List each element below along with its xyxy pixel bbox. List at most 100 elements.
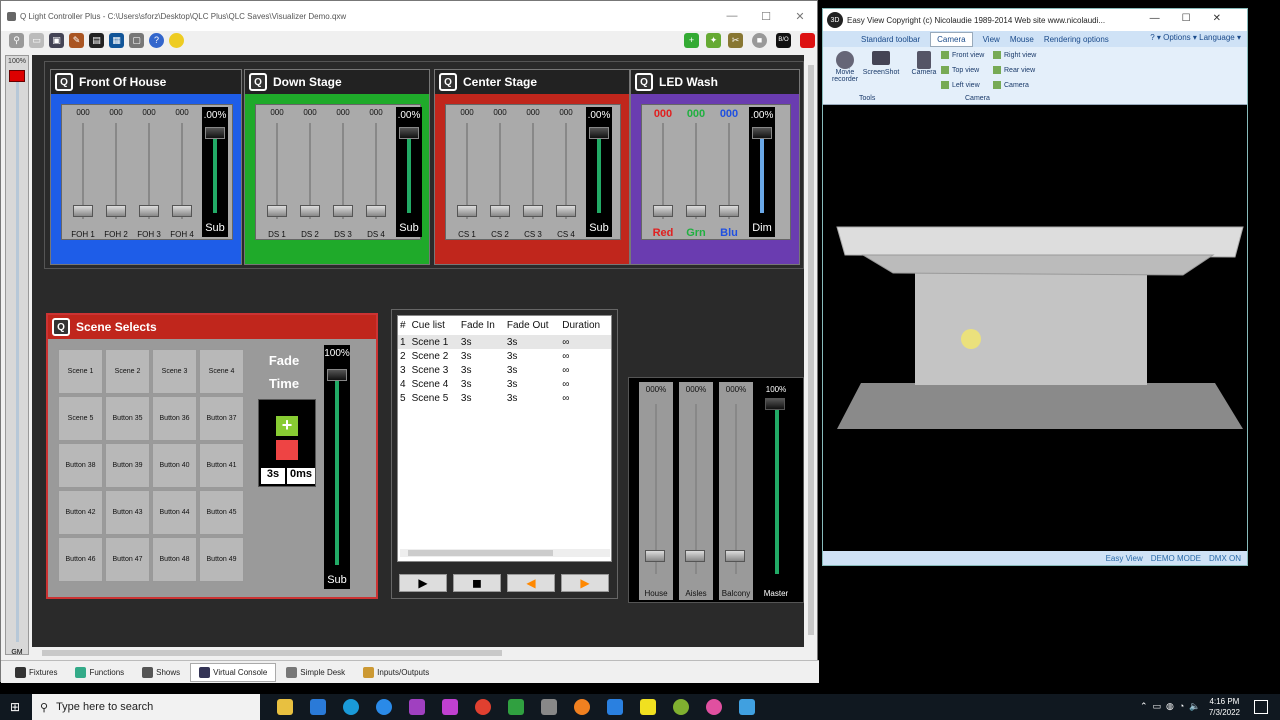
sub-knob[interactable] (205, 127, 225, 139)
grid-icon[interactable]: ▦ (109, 32, 124, 48)
channel-slider[interactable]: 000 FOH 1 (68, 105, 98, 241)
scene-button[interactable]: Button 38 (58, 443, 103, 488)
app-green-icon[interactable] (673, 699, 689, 715)
channel-knob[interactable] (686, 205, 706, 217)
easyview-tab[interactable]: Camera (930, 31, 973, 47)
sub-slider[interactable]: .00% Sub (396, 107, 422, 237)
channel-knob[interactable] (172, 205, 192, 217)
bulb-icon[interactable] (169, 32, 184, 48)
sub-knob[interactable] (752, 127, 772, 139)
cue-row[interactable]: 4 Scene 4 3s 3s ∞ (398, 377, 611, 391)
window-icon[interactable]: ▢ (129, 32, 144, 48)
scene-sub-slider[interactable]: 100% Sub (324, 345, 350, 589)
channel-slider[interactable]: 000 Grn (681, 105, 711, 241)
cue-row[interactable]: 1 Scene 1 3s 3s ∞ (398, 335, 611, 349)
frame-collapse-icon[interactable]: Q (439, 73, 457, 91)
view-button[interactable]: Camera (993, 81, 1029, 89)
scene-button[interactable]: Scene 3 (152, 349, 197, 394)
sub-slider[interactable]: .00% Dim (749, 107, 775, 237)
gm-knob[interactable] (9, 70, 25, 82)
vc-hscroll[interactable] (32, 648, 804, 659)
cue-row[interactable]: 5 Scene 5 3s 3s ∞ (398, 391, 611, 405)
channel-knob[interactable] (267, 205, 287, 217)
scene-button[interactable]: Button 49 (199, 537, 244, 582)
scene-button[interactable]: Button 47 (105, 537, 150, 582)
vc-hscroll-thumb[interactable] (42, 650, 502, 656)
tab-inputs-outputs[interactable]: Inputs/Outputs (355, 664, 437, 681)
app-orange-icon[interactable] (574, 699, 590, 715)
close-button[interactable]: ✕ (783, 1, 817, 31)
house-knob[interactable] (645, 550, 665, 562)
frame-collapse-icon[interactable]: Q (52, 318, 70, 336)
scene-button[interactable]: Button 48 (152, 537, 197, 582)
new-icon[interactable]: ⚲ (9, 32, 24, 48)
sub-slider[interactable]: .00% Sub (586, 107, 612, 237)
house-slider[interactable]: 100% Master (759, 382, 793, 600)
sub-slider[interactable]: .00% Sub (202, 107, 228, 237)
minimize-button[interactable]: — (715, 1, 749, 31)
channel-slider[interactable]: 000 CS 3 (518, 105, 548, 241)
channel-knob[interactable] (653, 205, 673, 217)
print-icon[interactable]: ▭ (29, 32, 44, 48)
save-icon[interactable]: ▣ (49, 32, 64, 48)
scene-button[interactable]: Button 43 (105, 490, 150, 535)
cue-hscroll-thumb[interactable] (408, 550, 553, 556)
tab-shows[interactable]: Shows (134, 664, 188, 681)
cue-column-header[interactable]: # (398, 316, 410, 335)
cue-column-header[interactable]: Fade In (459, 316, 505, 335)
cue-column-header[interactable]: Fade Out (505, 316, 560, 335)
scene-sub-knob[interactable] (327, 369, 347, 381)
tab-functions[interactable]: Functions (67, 664, 132, 681)
app-purple-icon[interactable] (409, 699, 425, 715)
fade-seconds[interactable]: 3s (261, 468, 285, 484)
channel-slider[interactable]: 000 FOH 2 (101, 105, 131, 241)
options-menu[interactable]: Options (1163, 33, 1191, 42)
vc-vscroll-thumb[interactable] (808, 65, 814, 635)
channel-slider[interactable]: 000 CS 2 (485, 105, 515, 241)
notifications-icon[interactable] (1254, 700, 1268, 714)
previous-button[interactable]: ◀ (507, 574, 555, 592)
house-knob[interactable] (725, 550, 745, 562)
monitor-icon[interactable]: ▤ (89, 32, 104, 48)
view-button[interactable]: Right view (993, 51, 1036, 59)
chrome-icon[interactable] (475, 699, 491, 715)
scene-button[interactable]: Button 37 (199, 396, 244, 441)
3d-viewport[interactable] (823, 105, 1247, 553)
operate-icon[interactable] (800, 32, 815, 48)
channel-knob[interactable] (556, 205, 576, 217)
scene-button[interactable]: Button 40 (152, 443, 197, 488)
channel-knob[interactable] (366, 205, 386, 217)
app-blue-icon[interactable] (607, 699, 623, 715)
easyview-tab[interactable]: Rendering options (1044, 35, 1109, 44)
channel-knob[interactable] (490, 205, 510, 217)
movie-recorder-button[interactable]: Movie recorder (831, 51, 859, 83)
scene-button[interactable]: Button 46 (58, 537, 103, 582)
channel-slider[interactable]: 000 DS 2 (295, 105, 325, 241)
help-icon[interactable]: ? (149, 32, 164, 48)
view-button[interactable]: Rear view (993, 66, 1035, 74)
channel-slider[interactable]: 000 DS 3 (328, 105, 358, 241)
frame-collapse-icon[interactable]: Q (249, 73, 267, 91)
scene-button[interactable]: Button 42 (58, 490, 103, 535)
channel-slider[interactable]: 000 FOH 3 (134, 105, 164, 241)
taskbar-search[interactable]: ⚲ Type here to search (32, 694, 260, 720)
view-button[interactable]: Top view (941, 66, 979, 74)
easyview-tab[interactable]: View (983, 35, 1000, 44)
easyview-taskbar-icon[interactable] (739, 699, 755, 715)
stop-icon[interactable]: ■ (752, 32, 767, 48)
frame-collapse-icon[interactable]: Q (635, 73, 653, 91)
channel-knob[interactable] (73, 205, 93, 217)
channel-knob[interactable] (139, 205, 159, 217)
minus-button[interactable] (276, 440, 298, 460)
app-gray-icon[interactable] (541, 699, 557, 715)
house-slider[interactable]: 000% Aisles (679, 382, 713, 600)
scene-button[interactable]: Scene 4 (199, 349, 244, 394)
scene-button[interactable]: Button 45 (199, 490, 244, 535)
cue-row[interactable]: 3 Scene 3 3s 3s ∞ (398, 363, 611, 377)
grand-master[interactable]: 100% GM (5, 55, 29, 656)
cue-column-header[interactable]: Duration (560, 316, 611, 335)
tab-virtual-console[interactable]: Virtual Console (190, 662, 277, 682)
blackout-icon[interactable]: B/O (776, 32, 791, 48)
sub-knob[interactable] (589, 127, 609, 139)
edge-icon[interactable] (343, 699, 359, 715)
